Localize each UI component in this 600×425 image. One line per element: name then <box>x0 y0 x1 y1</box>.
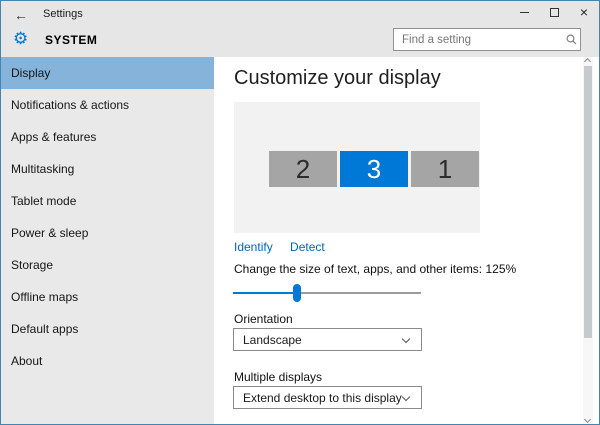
close-button[interactable]: × <box>569 1 599 23</box>
scrollbar-thumb[interactable] <box>584 66 592 338</box>
orientation-dropdown[interactable]: Landscape <box>233 328 422 351</box>
search-icon[interactable] <box>562 29 580 50</box>
orientation-value: Landscape <box>243 333 302 347</box>
close-icon: × <box>580 4 588 20</box>
detect-link[interactable]: Detect <box>290 240 325 254</box>
window-title: Settings <box>43 8 83 20</box>
multiple-displays-value: Extend desktop to this display <box>243 391 402 405</box>
sidebar-item-storage[interactable]: Storage <box>1 249 214 281</box>
maximize-icon <box>550 8 559 17</box>
slider-fill <box>233 292 297 294</box>
window-chrome: ← Settings × ⚙ SYSTEM <box>1 1 599 57</box>
search-box[interactable] <box>393 28 581 51</box>
scaling-slider[interactable] <box>233 284 421 302</box>
sidebar-item-offline-maps[interactable]: Offline maps <box>1 281 214 313</box>
sidebar-item-display[interactable]: Display <box>1 57 214 89</box>
scrollbar[interactable] <box>583 57 593 425</box>
multiple-displays-dropdown[interactable]: Extend desktop to this display <box>233 386 422 409</box>
scroll-up-icon[interactable] <box>584 58 591 65</box>
minimize-icon <box>520 12 529 13</box>
sidebar-item-apps-features[interactable]: Apps & features <box>1 121 214 153</box>
monitor-row: 2 3 1 <box>269 151 479 187</box>
sidebar-item-power-sleep[interactable]: Power & sleep <box>1 217 214 249</box>
sidebar-item-tablet-mode[interactable]: Tablet mode <box>1 185 214 217</box>
monitor-3[interactable]: 3 <box>340 151 408 187</box>
monitor-1[interactable]: 1 <box>411 151 479 187</box>
back-button[interactable]: ← <box>9 5 33 25</box>
settings-window: ← Settings × ⚙ SYSTEM Display Notificati… <box>0 0 600 425</box>
gear-icon: ⚙ <box>13 30 28 47</box>
minimize-button[interactable] <box>509 1 539 23</box>
scroll-down-icon[interactable] <box>584 416 591 423</box>
monitor-links: Identify Detect <box>234 240 339 254</box>
maximize-button[interactable] <box>539 1 569 23</box>
back-arrow-icon: ← <box>14 7 28 23</box>
sidebar-item-default-apps[interactable]: Default apps <box>1 313 214 345</box>
page-title: SYSTEM <box>45 33 97 47</box>
sidebar-item-multitasking[interactable]: Multitasking <box>1 153 214 185</box>
monitor-2[interactable]: 2 <box>269 151 337 187</box>
slider-thumb[interactable] <box>293 284 301 302</box>
sidebar-item-notifications[interactable]: Notifications & actions <box>1 89 214 121</box>
scaling-label: Change the size of text, apps, and other… <box>234 262 516 276</box>
display-arrangement-panel: 2 3 1 <box>234 102 480 233</box>
sidebar: Display Notifications & actions Apps & f… <box>1 57 214 425</box>
search-input[interactable] <box>394 34 562 46</box>
chevron-down-icon <box>402 393 410 401</box>
sidebar-item-about[interactable]: About <box>1 345 214 377</box>
content-heading: Customize your display <box>234 67 441 90</box>
multiple-displays-label: Multiple displays <box>234 370 322 384</box>
identify-link[interactable]: Identify <box>234 240 273 254</box>
orientation-label: Orientation <box>234 312 293 326</box>
chevron-down-icon <box>402 335 410 343</box>
